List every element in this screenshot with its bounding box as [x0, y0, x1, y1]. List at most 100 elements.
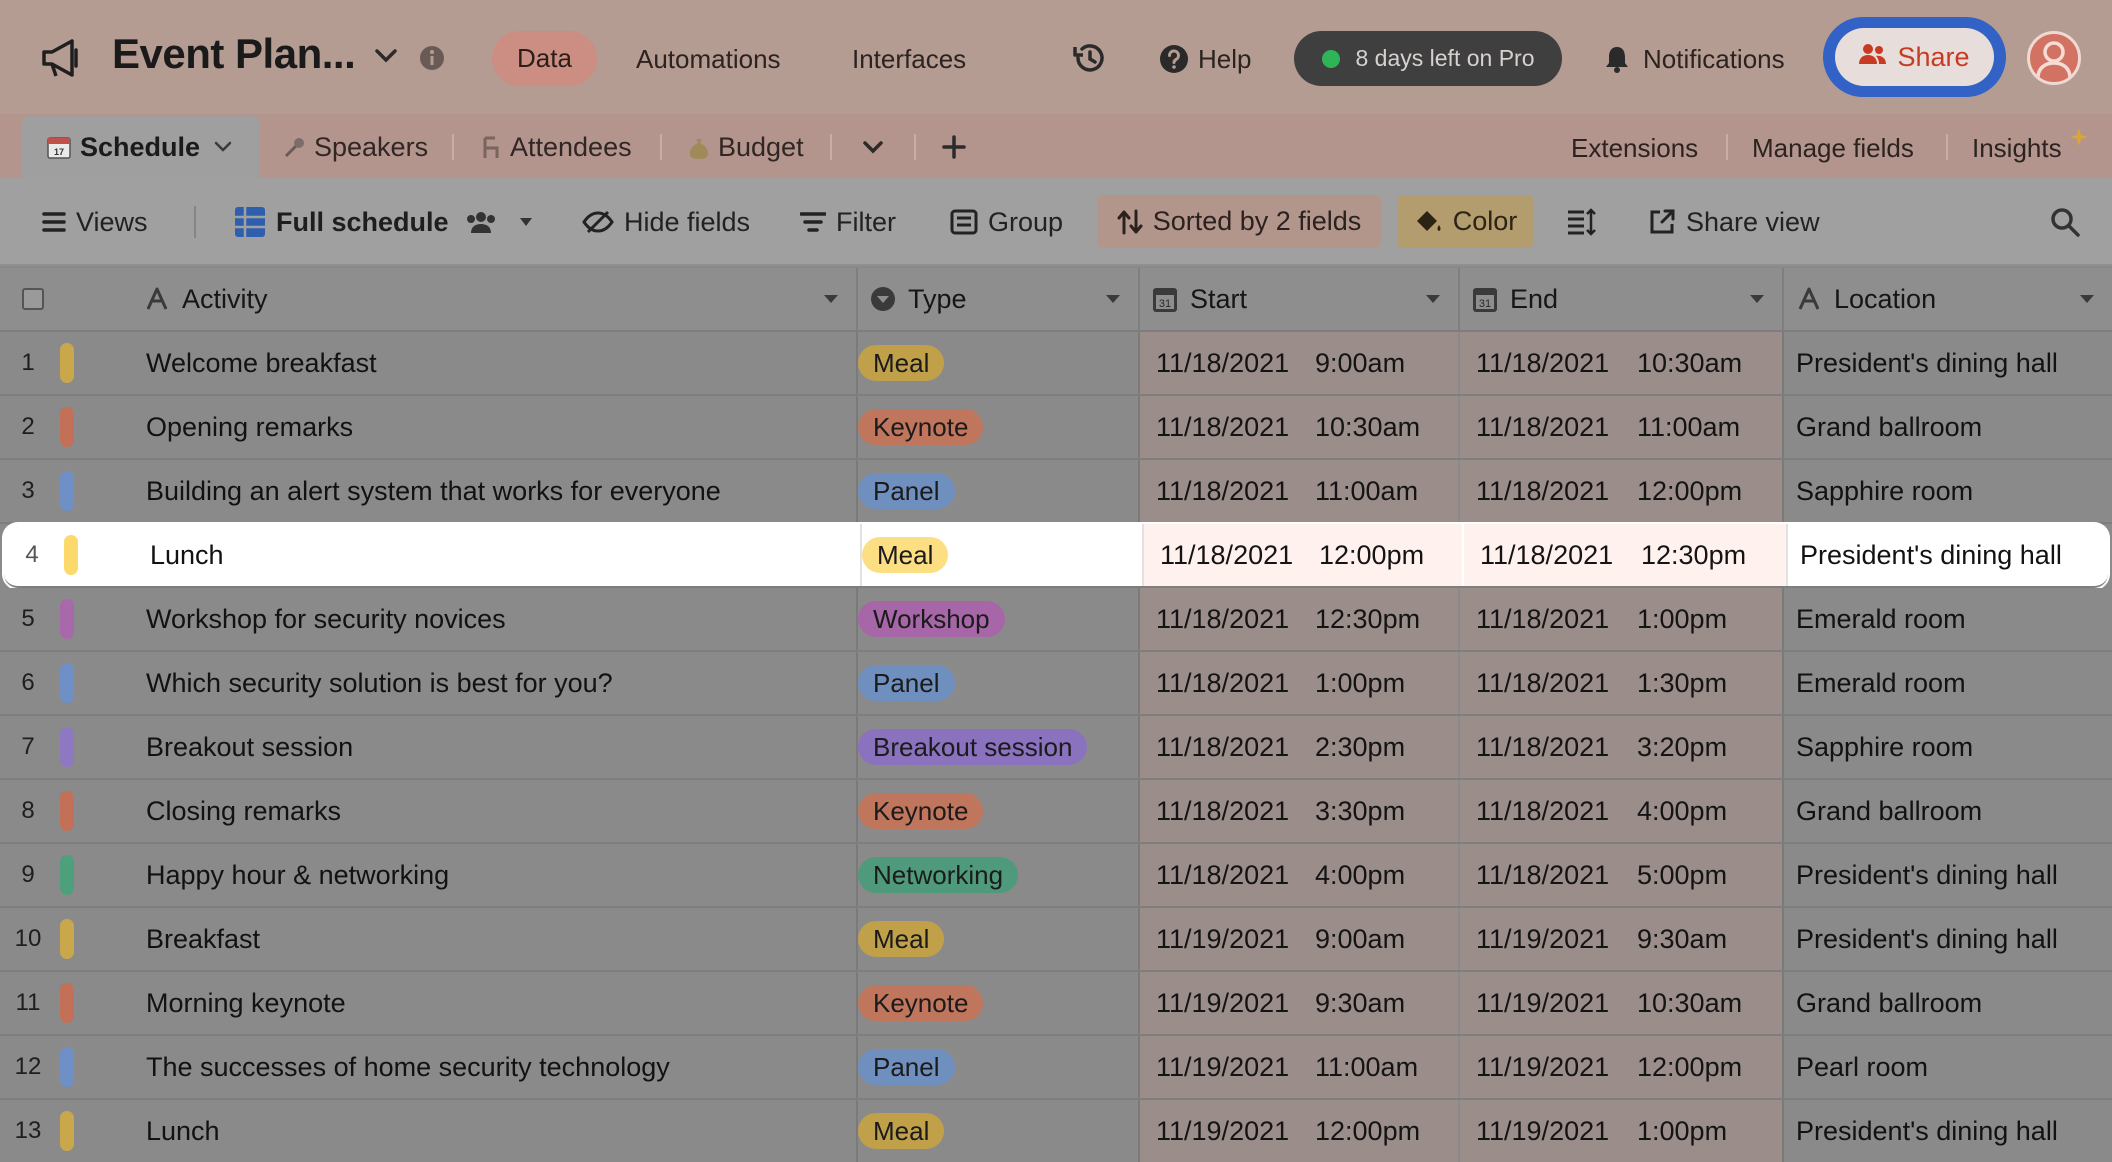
- column-header-end[interactable]: 31 End: [1460, 268, 1784, 330]
- column-menu-caret-icon[interactable]: [1106, 295, 1120, 303]
- megaphone-icon[interactable]: [40, 38, 86, 78]
- table-row[interactable]: 3 Building an alert system that works for…: [0, 460, 2112, 524]
- group-button[interactable]: Group: [950, 203, 1063, 241]
- location-cell[interactable]: Grand ballroom: [1796, 780, 1982, 842]
- nav-data-tab[interactable]: Data: [492, 31, 597, 86]
- table-row[interactable]: 4 Lunch Meal 11/18/2021 12:00pm 11/18/2021 12:…: [4, 524, 2108, 588]
- type-cell[interactable]: Workshop: [858, 588, 1138, 650]
- end-cell[interactable]: 11/18/2021 10:30am: [1460, 332, 1782, 394]
- sort-button[interactable]: Sorted by 2 fields: [1097, 195, 1381, 248]
- base-title[interactable]: Event Plan...: [112, 30, 356, 78]
- tab-attendees[interactable]: Attendees: [480, 132, 632, 163]
- pro-trial-badge[interactable]: 8 days left on Pro: [1294, 31, 1562, 86]
- location-cell[interactable]: Emerald room: [1796, 588, 1966, 650]
- type-cell[interactable]: Panel: [858, 1036, 1138, 1098]
- location-cell[interactable]: Sapphire room: [1796, 716, 1973, 778]
- nav-interfaces-tab[interactable]: Interfaces: [852, 44, 966, 75]
- location-cell[interactable]: President's dining hall: [1796, 844, 2058, 906]
- chevron-down-icon[interactable]: [374, 48, 398, 64]
- type-cell[interactable]: Panel: [858, 652, 1138, 714]
- start-cell[interactable]: 11/18/2021 12:00pm: [1144, 524, 1462, 586]
- start-cell[interactable]: 11/18/2021 11:00am: [1140, 460, 1458, 522]
- location-cell[interactable]: President's dining hall: [1796, 908, 2058, 970]
- share-button[interactable]: Share: [1823, 17, 2006, 97]
- start-cell[interactable]: 11/18/2021 12:30pm: [1140, 588, 1458, 650]
- end-cell[interactable]: 11/18/2021 1:00pm: [1460, 588, 1782, 650]
- color-button[interactable]: Color: [1397, 195, 1533, 248]
- table-row[interactable]: 8 Closing remarks Keynote 11/18/2021 3:30pm 1…: [0, 780, 2112, 844]
- location-cell[interactable]: President's dining hall: [1800, 524, 2062, 586]
- table-row[interactable]: 13 Lunch Meal 11/19/2021 12:00pm 11/19/2021 1:…: [0, 1100, 2112, 1162]
- start-cell[interactable]: 11/18/2021 1:00pm: [1140, 652, 1458, 714]
- start-cell[interactable]: 11/18/2021 2:30pm: [1140, 716, 1458, 778]
- manage-fields-link[interactable]: Manage fields: [1752, 133, 1914, 164]
- chevron-down-icon[interactable]: [214, 141, 232, 153]
- start-cell[interactable]: 11/18/2021 3:30pm: [1140, 780, 1458, 842]
- activity-cell[interactable]: Closing remarks: [146, 780, 341, 842]
- activity-cell[interactable]: Breakout session: [146, 716, 353, 778]
- activity-cell[interactable]: Happy hour & networking: [146, 844, 449, 906]
- end-cell[interactable]: 11/18/2021 12:00pm: [1460, 460, 1782, 522]
- nav-automations-tab[interactable]: Automations: [636, 44, 781, 75]
- type-cell[interactable]: Panel: [858, 460, 1138, 522]
- type-cell[interactable]: Networking: [858, 844, 1138, 906]
- column-header-activity[interactable]: Activity: [132, 268, 858, 330]
- end-cell[interactable]: 11/19/2021 1:00pm: [1460, 1100, 1782, 1162]
- end-cell[interactable]: 11/18/2021 4:00pm: [1460, 780, 1782, 842]
- end-cell[interactable]: 11/18/2021 12:30pm: [1464, 524, 1786, 586]
- end-cell[interactable]: 11/19/2021 12:00pm: [1460, 1036, 1782, 1098]
- share-view-button[interactable]: Share view: [1648, 203, 1820, 241]
- start-cell[interactable]: 11/18/2021 10:30am: [1140, 396, 1458, 458]
- start-cell[interactable]: 11/18/2021 4:00pm: [1140, 844, 1458, 906]
- activity-cell[interactable]: Workshop for security novices: [146, 588, 506, 650]
- activity-cell[interactable]: Which security solution is best for you?: [146, 652, 613, 714]
- end-cell[interactable]: 11/18/2021 5:00pm: [1460, 844, 1782, 906]
- location-cell[interactable]: President's dining hall: [1796, 332, 2058, 394]
- activity-cell[interactable]: Welcome breakfast: [146, 332, 377, 394]
- activity-cell[interactable]: Building an alert system that works for …: [146, 460, 721, 522]
- search-icon[interactable]: [2050, 207, 2080, 237]
- end-cell[interactable]: 11/19/2021 9:30am: [1460, 908, 1782, 970]
- extensions-link[interactable]: Extensions: [1571, 133, 1698, 164]
- view-switcher[interactable]: Full schedule: [234, 203, 533, 241]
- table-row[interactable]: 7 Breakout session Breakout session 11/18/2…: [0, 716, 2112, 780]
- tab-speakers[interactable]: Speakers: [282, 132, 428, 163]
- activity-cell[interactable]: Opening remarks: [146, 396, 353, 458]
- table-row[interactable]: 9 Happy hour & networking Networking 11/18/…: [0, 844, 2112, 908]
- history-icon[interactable]: [1072, 42, 1106, 74]
- table-row[interactable]: 6 Which security solution is best for you…: [0, 652, 2112, 716]
- type-cell[interactable]: Keynote: [858, 396, 1138, 458]
- info-icon[interactable]: [419, 45, 445, 71]
- location-cell[interactable]: Pearl room: [1796, 1036, 1928, 1098]
- end-cell[interactable]: 11/18/2021 11:00am: [1460, 396, 1782, 458]
- end-cell[interactable]: 11/18/2021 1:30pm: [1460, 652, 1782, 714]
- activity-cell[interactable]: Lunch: [150, 524, 224, 586]
- location-cell[interactable]: Grand ballroom: [1796, 972, 1982, 1034]
- activity-cell[interactable]: Lunch: [146, 1100, 220, 1162]
- column-header-start[interactable]: 31 Start: [1140, 268, 1460, 330]
- location-cell[interactable]: President's dining hall: [1796, 1100, 2058, 1162]
- bell-icon[interactable]: [1603, 44, 1631, 74]
- table-row[interactable]: 10 Breakfast Meal 11/19/2021 9:00am 11/19/202…: [0, 908, 2112, 972]
- help-link[interactable]: Help: [1198, 44, 1251, 75]
- type-cell[interactable]: Meal: [858, 332, 1138, 394]
- user-avatar[interactable]: [2027, 31, 2081, 85]
- tab-schedule[interactable]: 17 Schedule: [22, 116, 260, 178]
- insights-link[interactable]: Insights: [1972, 133, 2062, 164]
- location-cell[interactable]: Emerald room: [1796, 652, 1966, 714]
- type-cell[interactable]: Meal: [858, 1100, 1138, 1162]
- activity-cell[interactable]: The successes of home security technolog…: [146, 1036, 670, 1098]
- select-all-checkbox[interactable]: [22, 288, 44, 310]
- add-table-plus-icon[interactable]: [942, 135, 966, 159]
- type-cell[interactable]: Meal: [858, 908, 1138, 970]
- start-cell[interactable]: 11/19/2021 11:00am: [1140, 1036, 1458, 1098]
- help-icon[interactable]: [1159, 44, 1189, 74]
- notifications-link[interactable]: Notifications: [1643, 44, 1785, 75]
- table-row[interactable]: 11 Morning keynote Keynote 11/19/2021 9:30am…: [0, 972, 2112, 1036]
- end-cell[interactable]: 11/18/2021 3:20pm: [1460, 716, 1782, 778]
- column-header-location[interactable]: Location: [1784, 268, 2112, 330]
- column-menu-caret-icon[interactable]: [2080, 295, 2094, 303]
- tab-budget[interactable]: Budget: [688, 132, 804, 163]
- type-cell[interactable]: Keynote: [858, 780, 1138, 842]
- start-cell[interactable]: 11/19/2021 12:00pm: [1140, 1100, 1458, 1162]
